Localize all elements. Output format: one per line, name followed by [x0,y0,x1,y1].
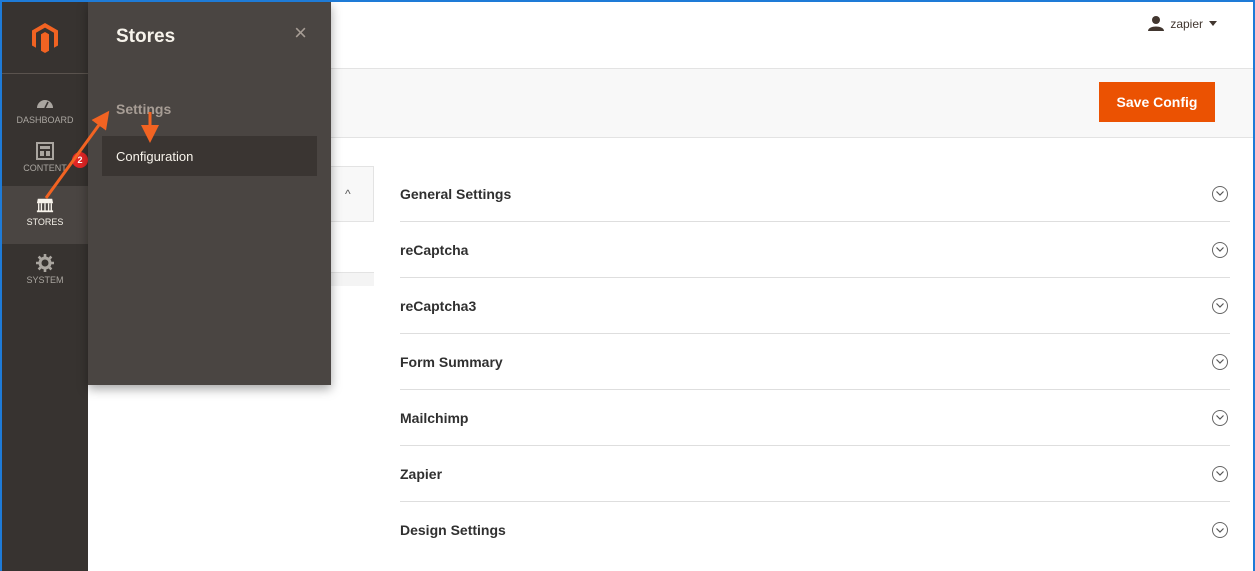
stores-icon [36,198,54,213]
section-title: Form Summary [400,353,503,370]
chevron-down-icon[interactable] [1212,241,1228,258]
config-sections: General Settings reCaptcha reCaptcha3 Fo… [400,166,1230,558]
user-menu[interactable]: zapier [1148,16,1217,31]
content-icon [36,142,54,160]
chevron-down-icon[interactable] [1212,297,1228,314]
chevron-down-icon[interactable] [1212,465,1228,482]
notification-badge: 2 [72,152,88,168]
gear-icon [36,254,54,272]
user-name: zapier [1170,16,1203,31]
section-form-summary[interactable]: Form Summary [400,334,1230,390]
dashboard-icon [37,100,53,109]
save-config-button[interactable]: Save Config [1099,82,1215,122]
section-title: reCaptcha [400,241,469,258]
admin-sidebar: DASHBOARD CONTENT 2 STORES SYSTEM [2,2,88,571]
section-title: reCaptcha3 [400,297,477,314]
flyout-group-settings: Settings [116,101,172,117]
section-title: Mailchimp [400,409,469,426]
section-title: Design Settings [400,522,506,538]
section-zapier[interactable]: Zapier [400,446,1230,502]
section-general-settings[interactable]: General Settings [400,166,1230,222]
nav-item-stores[interactable]: STORES [2,186,88,244]
section-recaptcha3[interactable]: reCaptcha3 [400,278,1230,334]
stores-flyout-menu: Stores × Settings Configuration [88,2,331,385]
section-mailchimp[interactable]: Mailchimp [400,390,1230,446]
section-recaptcha[interactable]: reCaptcha [400,222,1230,278]
nav-label-system: SYSTEM [26,275,64,285]
nav-label-content: CONTENT [23,163,67,173]
magento-logo[interactable] [2,2,88,74]
section-title: Zapier [400,465,443,482]
nav-label-dashboard: DASHBOARD [16,115,74,125]
chevron-down-icon[interactable] [1212,353,1228,370]
chevron-down-icon[interactable] [1212,185,1228,202]
nav-label-stores: STORES [26,217,64,227]
chevron-down-icon[interactable] [1212,409,1228,426]
nav-item-content[interactable]: CONTENT 2 [2,132,88,192]
user-icon [1148,16,1165,31]
config-tab-divider [330,272,374,286]
nav-item-system[interactable]: SYSTEM [2,244,88,304]
chevron-down-icon[interactable] [1212,522,1228,538]
close-icon[interactable]: × [294,22,307,44]
flyout-title: Stores [116,26,176,47]
chevron-up-icon: ^ [345,187,351,201]
config-tab-group[interactable]: ^ [330,166,374,222]
flyout-item-configuration[interactable]: Configuration [102,136,317,176]
section-title: General Settings [400,185,512,202]
magento-logo-icon [32,22,58,53]
caret-down-icon [1209,20,1217,26]
section-design-settings[interactable]: Design Settings [400,502,1230,558]
